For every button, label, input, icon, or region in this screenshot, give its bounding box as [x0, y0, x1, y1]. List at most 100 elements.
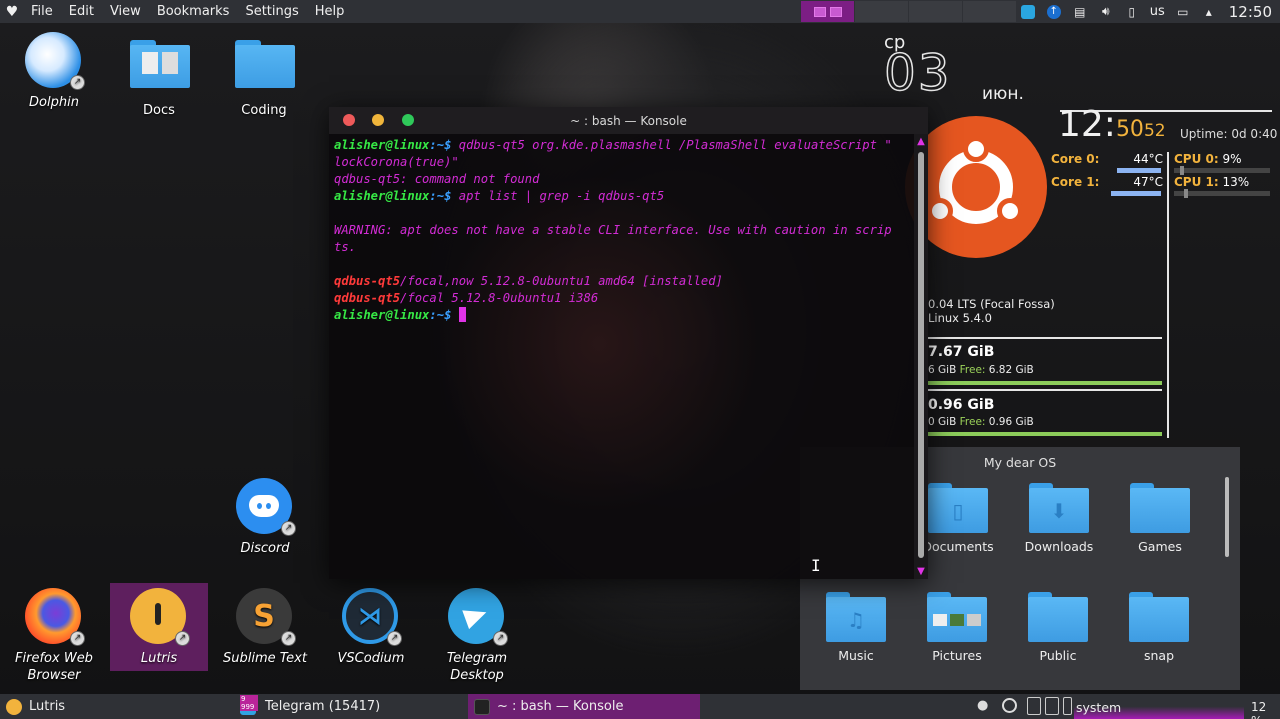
clipboard-icon[interactable]: ▤ — [1072, 4, 1088, 20]
folder-label: Public — [1039, 648, 1077, 663]
folder-snap[interactable]: snap — [1109, 592, 1209, 663]
terminal-output[interactable]: alisher@linux:~$ qdbus-qt5 org.kde.plasm… — [329, 134, 914, 579]
swap-used: 0 GiB — [928, 416, 960, 428]
task-konsole[interactable]: ~ : bash — Konsole — [468, 694, 700, 719]
command-text: apt list | grep -i qdbus-qt5 — [451, 189, 665, 203]
memory-icon[interactable] — [1063, 697, 1072, 715]
desktop-icon-lutris[interactable]: ↗ Lutris — [111, 588, 207, 667]
desktop-icon-coding[interactable]: Coding — [216, 32, 312, 119]
scroll-up-icon[interactable]: ▲ — [914, 136, 928, 147]
memory-icon[interactable] — [1027, 697, 1041, 715]
volume-icon[interactable]: 🔊︎ — [1098, 4, 1114, 20]
menu-bookmarks[interactable]: Bookmarks — [149, 0, 238, 23]
prompt-path: :~$ — [429, 138, 452, 152]
prompt-user: alisher@linux — [334, 308, 430, 322]
scrollbar-thumb[interactable] — [918, 152, 924, 558]
folder-icon — [1129, 592, 1189, 642]
menu-settings[interactable]: Settings — [237, 0, 306, 23]
system-monitor-label[interactable]: system — [1076, 700, 1121, 715]
update-icon[interactable]: ↑ — [1046, 4, 1062, 20]
water-drop-icon[interactable]: ● — [977, 698, 988, 713]
panel-clock[interactable]: 12:50 — [1229, 3, 1272, 21]
desktop-3[interactable] — [909, 1, 963, 22]
desktop-icon-dolphin[interactable]: ↗ Dolphin — [6, 32, 102, 111]
lutris-icon — [6, 698, 22, 715]
core1-label: Core 1: — [1051, 175, 1100, 189]
sublime-text-icon: S ↗ — [236, 588, 296, 646]
conky-day: 03 — [883, 43, 952, 103]
dolphin-icon: ↗ — [25, 32, 85, 90]
telegram-icon: ↗ — [448, 588, 508, 646]
close-button[interactable] — [343, 114, 355, 126]
icon-label: Coding — [241, 103, 287, 118]
folder-view-scrollbar[interactable] — [1225, 477, 1229, 557]
link-badge-icon: ↗ — [281, 631, 296, 646]
network-icon[interactable]: ▭ — [1175, 4, 1191, 20]
heart-icon[interactable]: ♥ — [1, 4, 23, 20]
desktop-4[interactable] — [963, 1, 1017, 22]
terminal-line: alisher@linux:~$ — [334, 307, 909, 324]
terminal-line: alisher@linux:~$ apt list | grep -i qdbu… — [334, 188, 909, 205]
package-name: qdbus-qt5 — [334, 274, 401, 288]
prompt-path: :~$ — [429, 308, 452, 322]
lutris-icon: ↗ — [130, 588, 190, 646]
desktop-icon-docs[interactable]: Docs — [111, 32, 207, 119]
desktop-icon-vscodium[interactable]: ⋊ ↗ VSCodium — [323, 588, 419, 667]
folder-music[interactable]: ♫ Music — [806, 592, 906, 663]
desktop-2[interactable] — [855, 1, 909, 22]
kernel-version: Linux 5.4.0 — [928, 311, 992, 325]
link-badge-icon: ↗ — [387, 631, 402, 646]
task-lutris[interactable]: Lutris — [0, 694, 232, 719]
folder-icon — [1028, 592, 1088, 642]
minimize-button[interactable] — [372, 114, 384, 126]
conky-os-info: 0.04 LTS (Focal Fossa) Linux 5.4.0 — [928, 297, 1055, 325]
terminal-scrollbar[interactable]: ▲ ▼ — [914, 134, 928, 579]
window-titlebar[interactable]: ~ : bash — Konsole — [329, 107, 928, 134]
menu-help[interactable]: Help — [307, 0, 353, 23]
chevron-up-icon[interactable]: ▴ — [1201, 4, 1217, 20]
menu-view[interactable]: View — [102, 0, 149, 23]
desktop-icon-firefox[interactable]: ↗ Firefox Web Browser — [6, 588, 102, 684]
menu-edit[interactable]: Edit — [61, 0, 102, 23]
conky-seconds: 52 — [1143, 121, 1166, 141]
link-badge-icon: ↗ — [281, 521, 296, 536]
folder-public[interactable]: Public — [1008, 592, 1108, 663]
folder-downloads[interactable]: ⬇ Downloads — [1009, 483, 1109, 554]
cpu0-value: 9% — [1222, 152, 1242, 166]
menu-file[interactable]: File — [23, 0, 61, 23]
power-icon[interactable] — [1002, 698, 1017, 713]
swap-free: 0.96 GiB — [985, 416, 1034, 428]
telegram-tray-icon[interactable] — [1020, 4, 1036, 20]
maximize-button[interactable] — [402, 114, 414, 126]
unread-badge: 9 999 — [240, 694, 258, 711]
folder-icon — [235, 40, 295, 98]
keyboard-layout[interactable]: us — [1150, 4, 1165, 19]
core0-label: Core 0: — [1051, 152, 1100, 166]
folder-icon — [1130, 483, 1190, 533]
desktop-icon-sublime[interactable]: S ↗ Sublime Text — [217, 588, 313, 667]
window-title: ~ : bash — Konsole — [570, 113, 687, 128]
os-release: 0.04 LTS (Focal Fossa) — [928, 297, 1055, 311]
scroll-down-icon[interactable]: ▼ — [914, 566, 928, 577]
folder-pictures[interactable]: Pictures — [907, 592, 1007, 663]
terminal-line: ts. — [334, 240, 357, 254]
ibeam-cursor-icon: I — [811, 556, 821, 575]
konsole-window: ~ : bash — Konsole alisher@linux:~$ qdbu… — [329, 107, 928, 579]
conky-core-temps: Core 0: 44°C Core 1: 47°C — [1051, 152, 1163, 198]
desktop-icon-telegram[interactable]: ↗ Telegram Desktop — [429, 588, 525, 684]
ram-free: 6.82 GiB — [985, 364, 1034, 376]
desktop-1[interactable] — [801, 1, 855, 22]
package-info: /focal,now 5.12.8-0ubuntu1 amd64 [instal… — [400, 274, 723, 288]
folder-label: snap — [1143, 648, 1175, 663]
terminal-line: qdbus-qt5: command not found — [334, 172, 540, 186]
prompt-path: :~$ — [429, 189, 452, 203]
battery-icon[interactable]: ▯ — [1124, 4, 1140, 20]
desktop-icon-discord[interactable]: ↗ Discord — [217, 478, 313, 557]
discord-icon: ↗ — [236, 478, 296, 536]
folder-games[interactable]: Games — [1110, 483, 1210, 554]
memory-icon[interactable] — [1045, 697, 1059, 715]
task-telegram[interactable]: 9 999 Telegram (15417) — [234, 694, 466, 719]
divider — [928, 337, 1162, 339]
